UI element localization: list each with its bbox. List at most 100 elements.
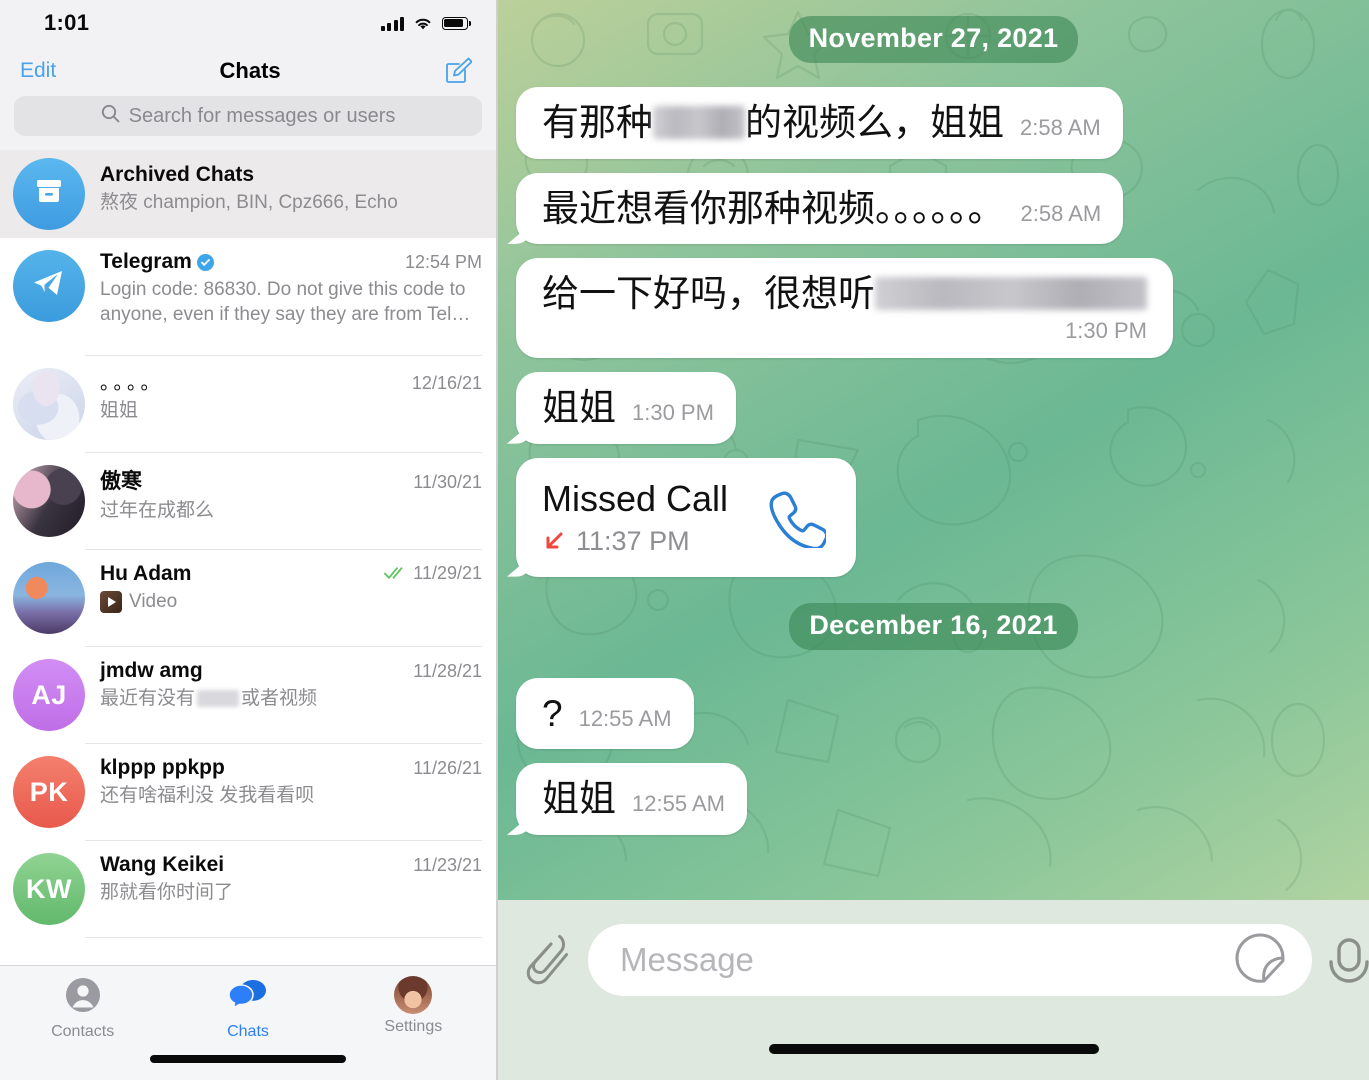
chat-name: 傲寒 [100, 470, 142, 493]
tab-chats[interactable]: Chats [166, 976, 330, 1041]
message-input[interactable]: Message [588, 924, 1312, 996]
message-row: ? 12:55 AM [498, 677, 1369, 750]
chat-preview: Video [100, 589, 482, 614]
avatar-initials: KW [26, 873, 72, 904]
chat-preview-text-before: 最近有没有 [100, 688, 196, 709]
status-time: 1:01 [44, 10, 90, 35]
message-bubble[interactable]: 姐姐 12:55 AM [516, 763, 747, 835]
message-bubble[interactable]: 最近想看你那种视频。。。。。。 2:58 AM [516, 172, 1124, 245]
phone-icon[interactable] [764, 486, 827, 549]
chat-preview: 还有啥福利没 发我看看呗 [100, 785, 315, 806]
avatar [13, 465, 85, 537]
message-text: 最近想看你那种视频。。。。。。 [542, 187, 1005, 229]
message-bubble[interactable]: 姐姐 1:30 PM [516, 371, 736, 444]
chat-row-content: 傲寒 11/30/21 过年在成都么 [85, 465, 482, 550]
search-input[interactable]: Search for messages or users [14, 96, 482, 136]
message-text: 姐姐 [542, 778, 616, 820]
message-text-before: 有那种 [542, 102, 653, 143]
microphone-icon[interactable] [1327, 936, 1369, 997]
chat-row-hu-adam[interactable]: Hu Adam 11/29/21 Video [0, 550, 496, 647]
sticker-icon[interactable] [1234, 932, 1286, 989]
avatar: KW [13, 853, 85, 925]
message-bubble[interactable]: ? 12:55 AM [516, 677, 694, 750]
chat-name-text: Telegram [100, 250, 192, 273]
missed-call-title: Missed Call [542, 477, 729, 519]
avatar [13, 368, 85, 440]
message-text-after: 的视频么，姐姐 [745, 102, 1004, 143]
date-separator: December 16, 2021 [789, 602, 1078, 650]
chat-row-aohan[interactable]: 傲寒 11/30/21 过年在成都么 [0, 453, 496, 550]
message-bubble[interactable]: 给一下好吗，很想听 1:30 PM [516, 258, 1173, 358]
chat-row-klppp-ppkpp[interactable]: PK klppp ppkpp 11/26/21 还有啥福利没 发我看看呗 [0, 744, 496, 841]
chat-name: klppp ppkpp [100, 756, 225, 779]
paperclip-icon[interactable] [520, 934, 572, 995]
avatar [13, 158, 85, 230]
verified-badge-icon [196, 253, 214, 271]
cellular-bars-icon [380, 15, 404, 31]
search-icon [101, 104, 120, 128]
tab-label: Contacts [51, 1023, 115, 1040]
chat-row-archived[interactable]: Archived Chats 熬夜 champion, BIN, Cpz666,… [0, 150, 496, 238]
home-indicator [768, 1044, 1099, 1054]
tab-settings[interactable]: Settings [331, 976, 495, 1036]
message-bubble[interactable]: 有那种 的视频么，姐姐 2:58 AM [516, 87, 1123, 159]
missed-call-bubble[interactable]: Missed Call 11:37 PM [516, 457, 857, 577]
message-timestamp: 12:55 AM [632, 791, 725, 817]
chat-preview-text-after: 或者视频 [241, 688, 318, 709]
avatar-initials: PK [29, 776, 69, 807]
chat-row-telegram[interactable]: Telegram 12:54 PM Login code: 86830. Do … [0, 238, 496, 356]
avatar-photo-couple [13, 465, 85, 537]
missed-call-meta: 11:37 PM [542, 526, 728, 557]
message-timestamp: 12:55 AM [578, 705, 672, 731]
chat-preview: 过年在成都么 [100, 500, 215, 521]
message-row: 姐姐 1:30 PM [498, 371, 1369, 444]
chat-name: Telegram [100, 250, 214, 274]
chat-row-content: Wang Keikei 11/23/21 那就看你时间了 [85, 853, 482, 938]
chat-name: Hu Adam [100, 562, 192, 585]
battery-icon [442, 16, 472, 30]
message-text: 有那种 的视频么，姐姐 [542, 101, 1004, 145]
home-indicator [150, 1055, 346, 1063]
chat-row-dots[interactable]: 。。。。 12/16/21 姐姐 [0, 356, 496, 453]
message-row: 有那种 的视频么，姐姐 2:58 AM [498, 87, 1369, 159]
compose-icon[interactable] [444, 57, 472, 85]
tab-contacts[interactable]: Contacts [1, 976, 165, 1041]
chat-row-wang-keikei[interactable]: KW Wang Keikei 11/23/21 那就看你时间了 [0, 841, 496, 938]
chat-timestamp: 11/23/21 [413, 855, 482, 875]
avatar [13, 562, 85, 634]
telegram-ios-screenshot: 1:01 Edit Chats Search for messages or u… [0, 0, 1369, 1080]
chats-icon [228, 976, 268, 1019]
chat-preview: 那就看你时间了 [100, 882, 234, 903]
date-separator-wrap: November 27, 2021 [498, 16, 1369, 63]
arrow-missed-incoming-icon [542, 529, 566, 553]
message-row: 最近想看你那种视频。。。。。。 2:58 AM [498, 172, 1369, 245]
avatar: PK [13, 756, 85, 828]
chat-row-content: Hu Adam 11/29/21 Video [85, 562, 482, 647]
chat-row-content: jmdw amg 11/28/21 最近有没有 或者视频 [85, 659, 482, 744]
redacted-text-block [875, 277, 1147, 311]
chat-timestamp: 11/26/21 [413, 758, 482, 778]
message-area[interactable]: November 27, 2021 有那种 的视频么，姐姐 2:58 AM 最近想… [498, 0, 1369, 900]
chat-list-panel: 1:01 Edit Chats Search for messages or u… [0, 0, 498, 1080]
avatar-photo-scenery [13, 562, 85, 634]
chat-row-content: Telegram 12:54 PM Login code: 86830. Do … [85, 250, 482, 356]
redacted-text-block [653, 106, 745, 139]
chat-row-content: Archived Chats 熬夜 champion, BIN, Cpz666,… [85, 163, 482, 226]
tab-bar: Contacts Chats Settings [0, 965, 496, 1080]
chat-preview: 姐姐 [100, 400, 139, 421]
search-placeholder: Search for messages or users [128, 104, 396, 127]
double-check-icon [384, 566, 408, 580]
message-row: 给一下好吗，很想听 1:30 PM [498, 258, 1369, 358]
message-row: 姐姐 12:55 AM [498, 763, 1369, 835]
message-text: 给一下好吗，很想听 [542, 272, 1147, 316]
page-title: Chats [219, 58, 281, 83]
conversation-panel: November 27, 2021 有那种 的视频么，姐姐 2:58 AM 最近想… [498, 0, 1369, 1080]
chat-timestamp: 11/28/21 [413, 661, 482, 681]
chat-list[interactable]: Archived Chats 熬夜 champion, BIN, Cpz666,… [0, 150, 496, 965]
message-placeholder: Message [620, 941, 754, 978]
chat-name: 。。。。 [100, 373, 164, 394]
avatar-photo-anime [13, 368, 85, 440]
date-separator-wrap: December 16, 2021 [498, 602, 1369, 650]
edit-button[interactable]: Edit [20, 59, 56, 83]
chat-row-jmdw-amg[interactable]: AJ jmdw amg 11/28/21 最近有没有 或者视频 [0, 647, 496, 744]
